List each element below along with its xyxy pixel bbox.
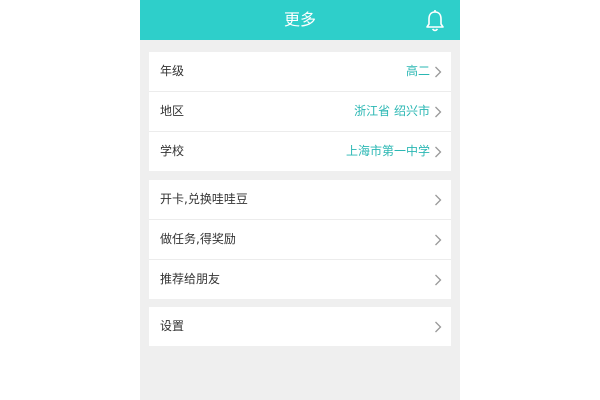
tasks-label: 做任务,得奖励 — [160, 232, 236, 246]
phone-screen: 更多 年级 高二 地区 浙江省 绍兴市 学校 上海市第一中学 开卡,兑换哇哇豆 — [140, 0, 460, 400]
chevron-right-icon — [435, 66, 442, 78]
chevron-right-icon — [435, 274, 442, 286]
actions-section: 开卡,兑换哇哇豆 做任务,得奖励 推荐给朋友 — [149, 180, 451, 299]
settings-section: 设置 — [149, 307, 451, 346]
settings-label: 设置 — [160, 319, 185, 333]
recommend-row[interactable]: 推荐给朋友 — [149, 260, 451, 299]
region-value: 浙江省 绍兴市 — [354, 104, 430, 118]
open-card-row[interactable]: 开卡,兑换哇哇豆 — [149, 180, 451, 220]
profile-section: 年级 高二 地区 浙江省 绍兴市 学校 上海市第一中学 — [149, 52, 451, 171]
region-row[interactable]: 地区 浙江省 绍兴市 — [149, 92, 451, 132]
grade-row[interactable]: 年级 高二 — [149, 52, 451, 92]
tasks-row[interactable]: 做任务,得奖励 — [149, 220, 451, 260]
school-value: 上海市第一中学 — [345, 144, 430, 158]
top-bar: 更多 — [140, 0, 460, 40]
chevron-right-icon — [435, 146, 442, 158]
grade-value: 高二 — [405, 64, 430, 78]
region-label: 地区 — [160, 104, 185, 118]
settings-row[interactable]: 设置 — [149, 307, 451, 346]
bell-icon[interactable] — [424, 9, 446, 33]
chevron-right-icon — [435, 321, 442, 333]
page-title: 更多 — [283, 10, 316, 29]
chevron-right-icon — [435, 234, 442, 246]
grade-label: 年级 — [160, 64, 185, 78]
school-label: 学校 — [160, 144, 185, 158]
school-row[interactable]: 学校 上海市第一中学 — [149, 132, 451, 171]
recommend-label: 推荐给朋友 — [160, 272, 221, 286]
chevron-right-icon — [435, 106, 442, 118]
chevron-right-icon — [435, 194, 442, 206]
open-card-label: 开卡,兑换哇哇豆 — [160, 192, 248, 206]
